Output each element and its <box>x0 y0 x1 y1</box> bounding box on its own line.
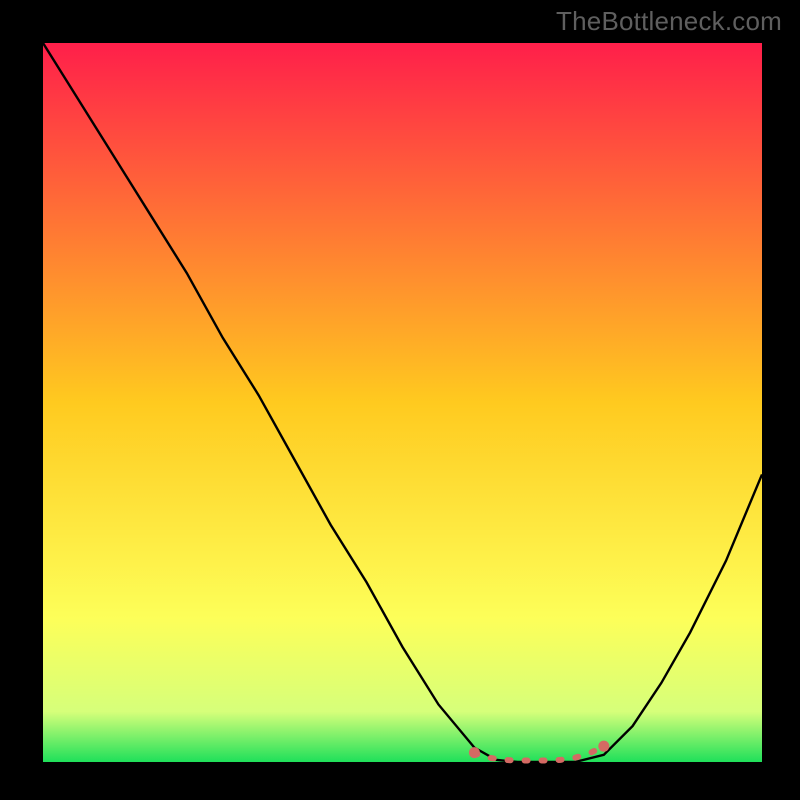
chart-container: TheBottleneck.com <box>0 0 800 800</box>
marker-dot <box>469 747 480 758</box>
chart-svg <box>0 0 800 800</box>
marker-dot <box>598 741 609 752</box>
plot-background <box>43 43 762 762</box>
